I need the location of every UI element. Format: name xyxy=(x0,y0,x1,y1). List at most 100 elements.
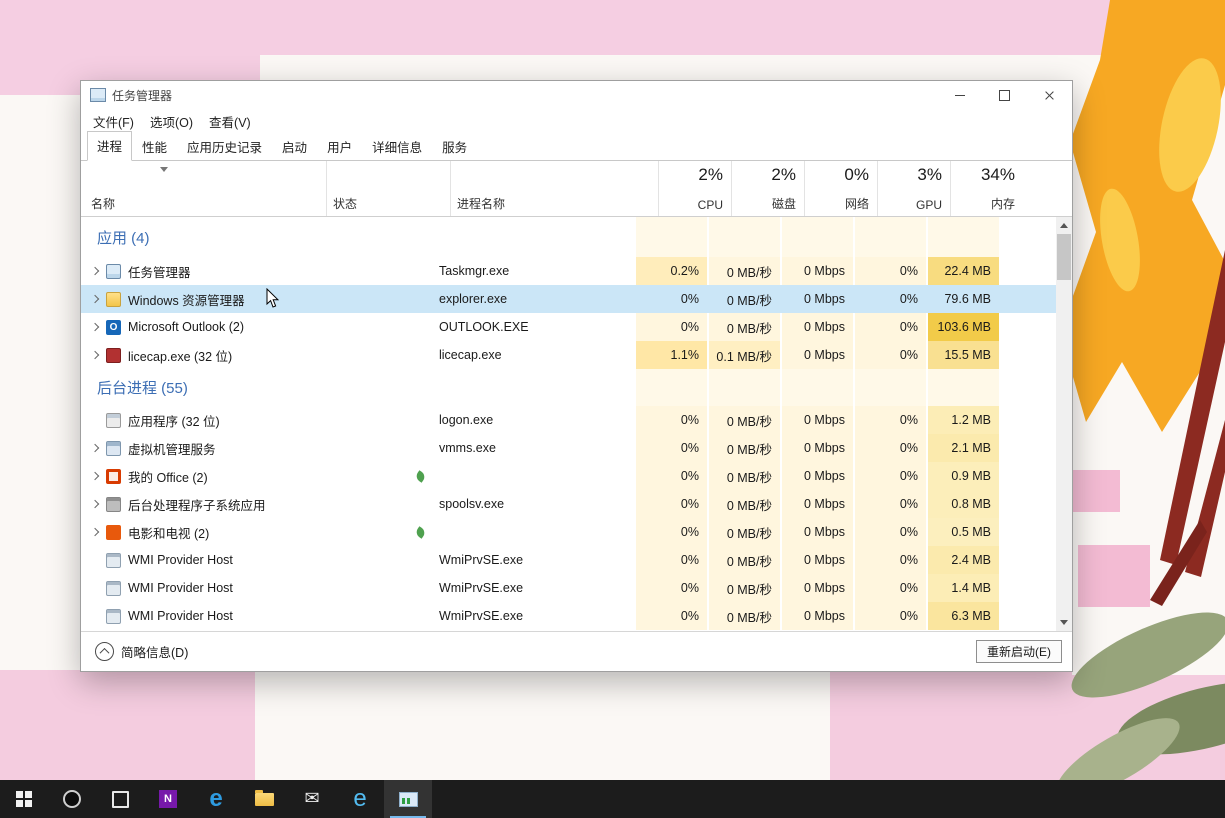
menu-options[interactable]: 选项(O) xyxy=(142,109,201,134)
process-name-column-header[interactable]: 进程名称 xyxy=(450,161,658,216)
process-row[interactable]: 电影和电视 (2) 0% 0 MB/秒 0 Mbps 0% 0.5 MB xyxy=(81,518,1056,546)
app-icon xyxy=(106,581,121,596)
menu-file[interactable]: 文件(F) xyxy=(85,109,142,134)
network-cell: 0 Mbps xyxy=(780,462,853,490)
memory-cell: 79.6 MB xyxy=(926,285,999,313)
group-memory-cell xyxy=(926,369,999,406)
gpu-cell: 0% xyxy=(853,285,926,313)
taskbar-start-button[interactable] xyxy=(0,780,48,818)
restart-button[interactable]: 重新启动(E) xyxy=(976,640,1062,663)
status-column-header[interactable]: 状态 xyxy=(326,161,450,216)
maximize-button[interactable] xyxy=(982,81,1027,109)
expand-chevron-icon[interactable] xyxy=(89,529,101,535)
process-row[interactable]: WMI Provider Host WmiPrvSE.exe 0% 0 MB/秒… xyxy=(81,546,1056,574)
mail-icon xyxy=(304,789,319,809)
menu-view[interactable]: 查看(V) xyxy=(201,109,259,134)
disk-cell: 0 MB/秒 xyxy=(707,490,780,518)
tab-details[interactable]: 详细信息 xyxy=(362,132,432,161)
group-header-row[interactable]: 后台进程 (55) xyxy=(81,369,1056,406)
process-row[interactable]: 任务管理器 Taskmgr.exe 0.2% 0 MB/秒 0 Mbps 0% … xyxy=(81,257,1056,285)
taskbar-task-manager-button[interactable] xyxy=(384,780,432,818)
app-icon xyxy=(106,553,121,568)
cpu-cell: 0% xyxy=(634,462,707,490)
taskbar-task-view-button[interactable] xyxy=(96,780,144,818)
tab-services[interactable]: 服务 xyxy=(432,132,477,161)
cpu-cell: 1.1% xyxy=(634,341,707,369)
expand-chevron-icon[interactable] xyxy=(89,473,101,479)
process-row[interactable]: Windows 资源管理器 explorer.exe 0% 0 MB/秒 0 M… xyxy=(81,285,1056,313)
disk-column-header[interactable]: 2% 磁盘 xyxy=(731,161,804,216)
tab-app-history[interactable]: 应用历史记录 xyxy=(177,132,272,161)
memory-cell: 2.4 MB xyxy=(926,546,999,574)
process-name: 我的 Office (2) xyxy=(128,467,208,486)
scroll-down-button[interactable] xyxy=(1056,614,1072,631)
app-icon xyxy=(106,525,121,540)
close-icon xyxy=(1044,90,1055,101)
taskbar-internet-explorer-button[interactable] xyxy=(336,780,384,818)
name-column-header[interactable]: 名称 xyxy=(81,161,326,216)
cpu-cell: 0% xyxy=(634,434,707,462)
expand-chevron-icon[interactable] xyxy=(89,501,101,507)
memory-cell: 15.5 MB xyxy=(926,341,999,369)
process-exe: WmiPrvSE.exe xyxy=(433,574,634,602)
expand-chevron-icon[interactable] xyxy=(89,296,101,302)
process-row[interactable]: WMI Provider Host WmiPrvSE.exe 0% 0 MB/秒… xyxy=(81,602,1056,630)
tab-performance[interactable]: 性能 xyxy=(132,132,177,161)
cpu-cell: 0% xyxy=(634,406,707,434)
taskbar-onenote-button[interactable] xyxy=(144,780,192,818)
process-name: 虚拟机管理服务 xyxy=(128,439,216,458)
titlebar[interactable]: 任务管理器 xyxy=(81,81,1072,109)
scrollbar-track[interactable] xyxy=(1056,234,1072,614)
scrollbar-thumb[interactable] xyxy=(1057,234,1071,280)
process-row[interactable]: Microsoft Outlook (2) OUTLOOK.EXE 0% 0 M… xyxy=(81,313,1056,341)
process-row[interactable]: 虚拟机管理服务 vmms.exe 0% 0 MB/秒 0 Mbps 0% 2.1… xyxy=(81,434,1056,462)
process-row[interactable]: WMI Provider Host WmiPrvSE.exe 0% 0 MB/秒… xyxy=(81,574,1056,602)
process-row[interactable]: 应用程序 (32 位) logon.exe 0% 0 MB/秒 0 Mbps 0… xyxy=(81,406,1056,434)
process-exe: explorer.exe xyxy=(433,285,634,313)
group-header-row[interactable]: 应用 (4) xyxy=(81,217,1056,257)
process-name: 后台处理程序子系统应用 xyxy=(128,495,266,514)
expand-chevron-icon[interactable] xyxy=(89,352,101,358)
onenote-icon xyxy=(159,790,177,808)
gpu-cell: 0% xyxy=(853,546,926,574)
gpu-cell: 0% xyxy=(853,518,926,546)
group-cpu-cell xyxy=(634,369,707,406)
minimize-button[interactable] xyxy=(937,81,982,109)
window-footer: 简略信息(D) 重新启动(E) xyxy=(81,631,1072,671)
close-button[interactable] xyxy=(1027,81,1072,109)
scroll-down-icon xyxy=(1060,620,1068,625)
desktop: 任务管理器 文件(F) 选项(O) 查看(V) 进程 性能 应用历史记录 启动 … xyxy=(0,0,1225,818)
tab-users[interactable]: 用户 xyxy=(317,132,362,161)
scroll-up-button[interactable] xyxy=(1056,217,1072,234)
disk-cell: 0 MB/秒 xyxy=(707,602,780,630)
taskbar-file-explorer-button[interactable] xyxy=(240,780,288,818)
memory-cell: 0.9 MB xyxy=(926,462,999,490)
expand-chevron-icon[interactable] xyxy=(89,445,101,451)
network-column-header[interactable]: 0% 网络 xyxy=(804,161,877,216)
taskbar-cortana-button[interactable] xyxy=(48,780,96,818)
gpu-column-header[interactable]: 3% GPU xyxy=(877,161,950,216)
cpu-column-header[interactable]: 2% CPU xyxy=(658,161,731,216)
fewer-details-toggle[interactable]: 简略信息(D) xyxy=(91,640,192,663)
cpu-cell: 0.2% xyxy=(634,257,707,285)
sort-descending-icon xyxy=(160,167,168,172)
expand-chevron-icon[interactable] xyxy=(89,324,101,330)
tab-processes[interactable]: 进程 xyxy=(87,131,132,161)
network-cell: 0 Mbps xyxy=(780,341,853,369)
process-name: licecap.exe (32 位) xyxy=(128,346,232,365)
expand-chevron-icon[interactable] xyxy=(89,268,101,274)
network-cell: 0 Mbps xyxy=(780,490,853,518)
vertical-scrollbar[interactable] xyxy=(1056,217,1072,631)
process-row[interactable]: 后台处理程序子系统应用 spoolsv.exe 0% 0 MB/秒 0 Mbps… xyxy=(81,490,1056,518)
process-row[interactable]: licecap.exe (32 位) licecap.exe 1.1% 0.1 … xyxy=(81,341,1056,369)
memory-column-header[interactable]: 34% 内存 xyxy=(950,161,1023,216)
maximize-icon xyxy=(999,90,1010,101)
taskbar-edge-button[interactable] xyxy=(192,780,240,818)
tab-startup[interactable]: 启动 xyxy=(272,132,317,161)
process-row[interactable]: 我的 Office (2) 0% 0 MB/秒 0 Mbps 0% 0.9 MB xyxy=(81,462,1056,490)
taskbar-mail-button[interactable] xyxy=(288,780,336,818)
process-exe xyxy=(433,462,634,490)
disk-cell: 0 MB/秒 xyxy=(707,313,780,341)
tabstrip: 进程 性能 应用历史记录 启动 用户 详细信息 服务 xyxy=(81,133,1072,161)
disk-cell: 0 MB/秒 xyxy=(707,574,780,602)
